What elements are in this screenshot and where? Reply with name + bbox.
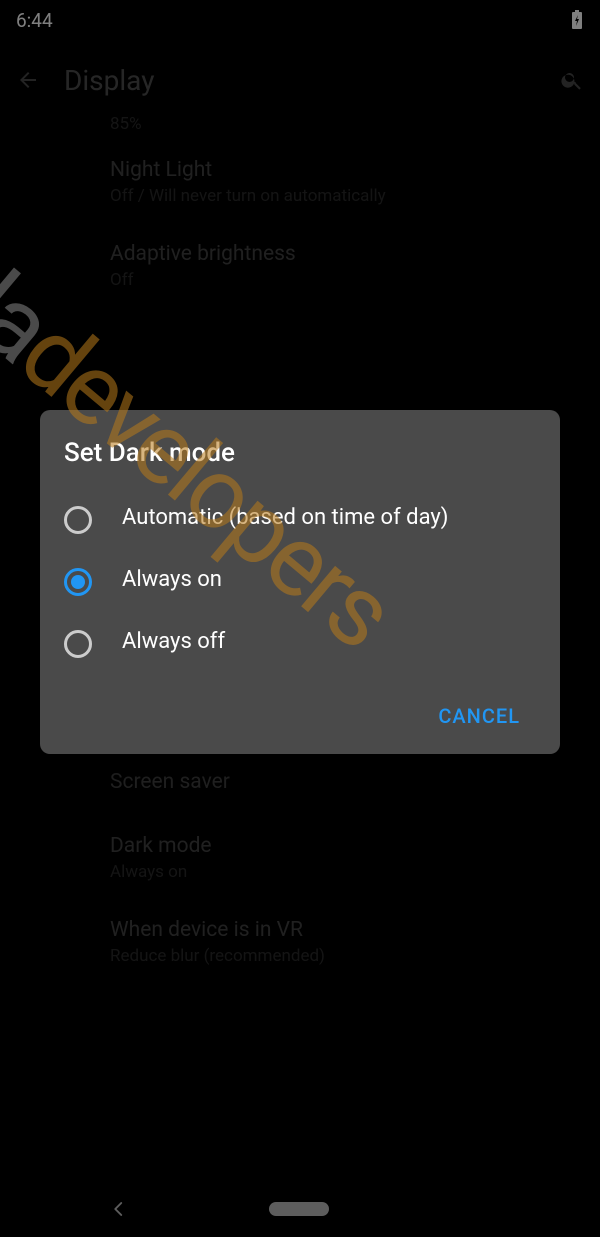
radio-label: Always off (122, 628, 225, 657)
radio-button-selected-icon (64, 568, 92, 596)
radio-button-icon (64, 506, 92, 534)
radio-label: Always on (122, 566, 222, 595)
dialog-title: Set Dark mode (64, 438, 536, 468)
radio-option-always-on[interactable]: Always on (64, 550, 536, 612)
dark-mode-dialog: Set Dark mode Automatic (based on time o… (40, 410, 560, 754)
radio-option-automatic[interactable]: Automatic (based on time of day) (64, 488, 536, 550)
radio-option-always-off[interactable]: Always off (64, 612, 536, 674)
radio-button-icon (64, 630, 92, 658)
radio-label: Automatic (based on time of day) (122, 504, 448, 533)
cancel-button[interactable]: Cancel (422, 692, 536, 740)
